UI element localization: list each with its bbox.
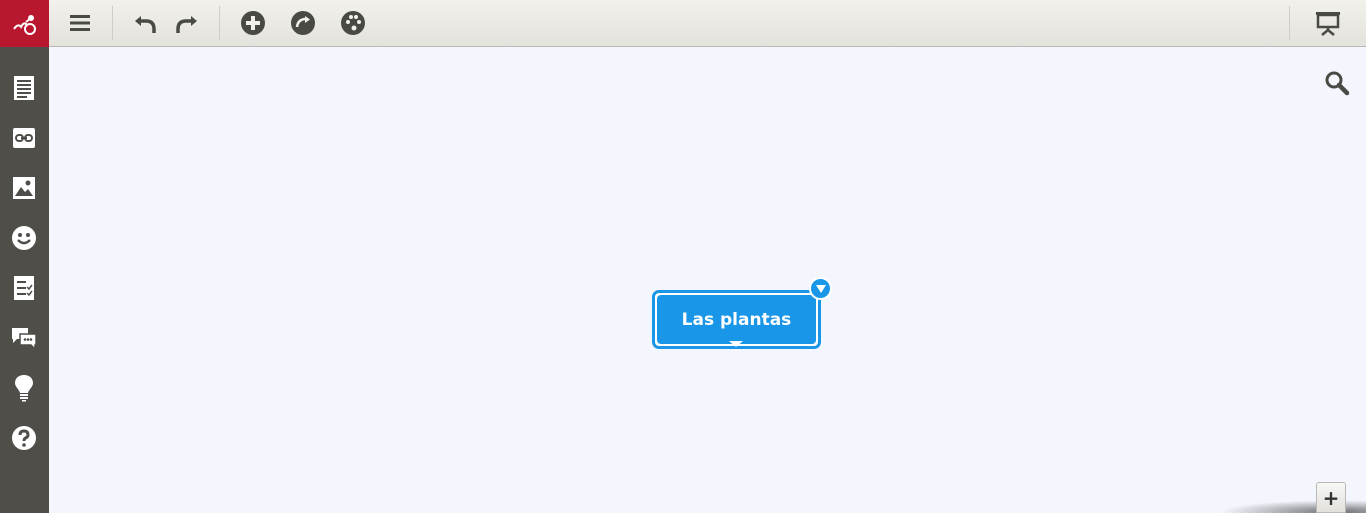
- search-button[interactable]: [1322, 68, 1352, 98]
- style-button[interactable]: [336, 6, 370, 40]
- redo-icon: [176, 16, 197, 33]
- undo-button[interactable]: [128, 6, 162, 40]
- logo-icon: [12, 14, 36, 35]
- connect-button[interactable]: [286, 6, 320, 40]
- search-icon: [1325, 71, 1350, 96]
- undo-icon: [135, 16, 156, 33]
- sidebar-item-checklist[interactable]: [7, 271, 41, 305]
- presentation-button[interactable]: [1311, 6, 1345, 40]
- toolbar-divider: [219, 6, 220, 40]
- central-node-label[interactable]: Las plantas: [657, 295, 816, 344]
- left-sidebar: [0, 47, 49, 513]
- link-icon: [13, 128, 35, 148]
- connect-icon: [291, 11, 315, 35]
- mindmap-canvas[interactable]: [49, 48, 1366, 513]
- toolbar-divider: [1289, 6, 1290, 40]
- sidebar-item-idea[interactable]: [7, 371, 41, 405]
- sidebar-item-comments[interactable]: [7, 321, 41, 355]
- redo-button[interactable]: [170, 6, 204, 40]
- palette-icon: [341, 11, 365, 35]
- text-icon: [14, 76, 34, 100]
- sidebar-item-image[interactable]: [7, 171, 41, 205]
- image-icon: [13, 177, 35, 199]
- add-icon: [241, 11, 265, 35]
- triangle-down-icon: [815, 284, 826, 293]
- menu-icon: [70, 15, 90, 31]
- sidebar-item-help[interactable]: [7, 421, 41, 455]
- node-notch: [729, 341, 743, 347]
- help-icon: [12, 426, 36, 450]
- presentation-icon: [1316, 12, 1340, 36]
- top-toolbar: [0, 0, 1366, 47]
- sidebar-item-link[interactable]: [7, 121, 41, 155]
- sidebar-item-emoji[interactable]: [7, 221, 41, 255]
- app-logo[interactable]: [0, 0, 49, 47]
- menu-button[interactable]: [63, 6, 97, 40]
- idea-icon: [15, 375, 33, 402]
- comments-icon: [12, 328, 37, 350]
- add-node-button[interactable]: [236, 6, 270, 40]
- sidebar-item-text[interactable]: [7, 71, 41, 105]
- checklist-icon: [14, 276, 34, 300]
- emoji-icon: [12, 226, 36, 250]
- zoom-in-button[interactable]: +: [1316, 482, 1346, 513]
- node-menu-button[interactable]: [809, 277, 832, 300]
- toolbar-divider: [112, 6, 113, 40]
